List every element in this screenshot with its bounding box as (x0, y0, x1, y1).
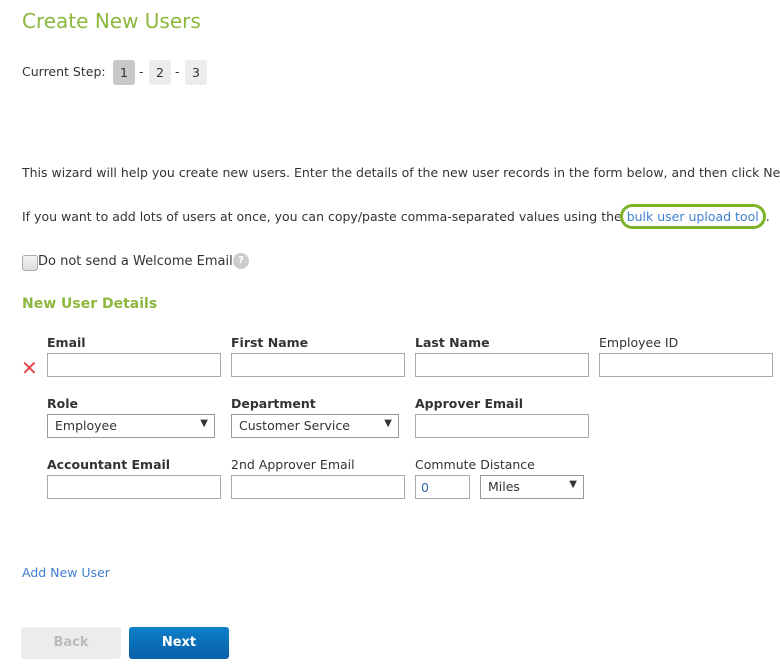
step-1[interactable]: 1 (113, 60, 135, 85)
first-name-input[interactable] (231, 353, 405, 377)
bulk-upload-prefix: If you want to add lots of users at once… (22, 209, 626, 224)
first-name-label: First Name (231, 335, 309, 350)
help-icon[interactable]: ? (233, 253, 249, 269)
employee-id-label: Employee ID (599, 335, 679, 350)
last-name-input[interactable] (415, 353, 589, 377)
step-2[interactable]: 2 (149, 60, 171, 85)
department-value: Customer Service (239, 418, 350, 433)
approver-email-input[interactable] (415, 414, 589, 438)
approver2-email-label: 2nd Approver Email (231, 457, 355, 472)
dropdown-arrow-icon: ▼ (200, 418, 208, 429)
no-welcome-email-label: Do not send a Welcome Email (38, 254, 233, 269)
dropdown-arrow-icon: ▼ (384, 418, 392, 429)
remove-user-icon[interactable]: ✕ (21, 356, 38, 380)
step-separator: - (139, 64, 144, 79)
employee-id-input[interactable] (599, 353, 773, 377)
email-input[interactable] (47, 353, 221, 377)
approver2-email-input[interactable] (231, 475, 405, 499)
accountant-email-label: Accountant Email (47, 457, 171, 472)
dropdown-arrow-icon: ▼ (569, 479, 577, 490)
bulk-upload-text: If you want to add lots of users at once… (22, 204, 770, 229)
add-new-user-link[interactable]: Add New User (22, 565, 110, 580)
commute-unit-value: Miles (488, 479, 520, 494)
approver-email-label: Approver Email (415, 396, 524, 411)
no-welcome-email-checkbox[interactable] (22, 255, 38, 271)
accountant-email-input[interactable] (47, 475, 221, 499)
bulk-upload-suffix: . (765, 209, 770, 224)
back-button[interactable]: Back (21, 627, 121, 659)
role-label: Role (47, 396, 78, 411)
section-heading: New User Details (22, 296, 158, 312)
last-name-label: Last Name (415, 335, 490, 350)
step-separator: - (175, 64, 180, 79)
department-label: Department (231, 396, 316, 411)
email-label: Email (47, 335, 86, 350)
role-value: Employee (55, 418, 117, 433)
bulk-upload-link[interactable]: bulk user upload tool (619, 204, 766, 229)
page-title: Create New Users (22, 9, 201, 33)
commute-distance-label: Commute Distance (415, 457, 535, 472)
current-step-label: Current Step: (22, 64, 106, 79)
role-select[interactable]: Employee ▼ (47, 414, 215, 438)
next-button[interactable]: Next (129, 627, 229, 659)
commute-distance-input[interactable] (415, 475, 470, 499)
commute-unit-select[interactable]: Miles ▼ (480, 475, 584, 499)
intro-text: This wizard will help you create new use… (22, 165, 780, 180)
department-select[interactable]: Customer Service ▼ (231, 414, 399, 438)
step-3[interactable]: 3 (185, 60, 207, 85)
